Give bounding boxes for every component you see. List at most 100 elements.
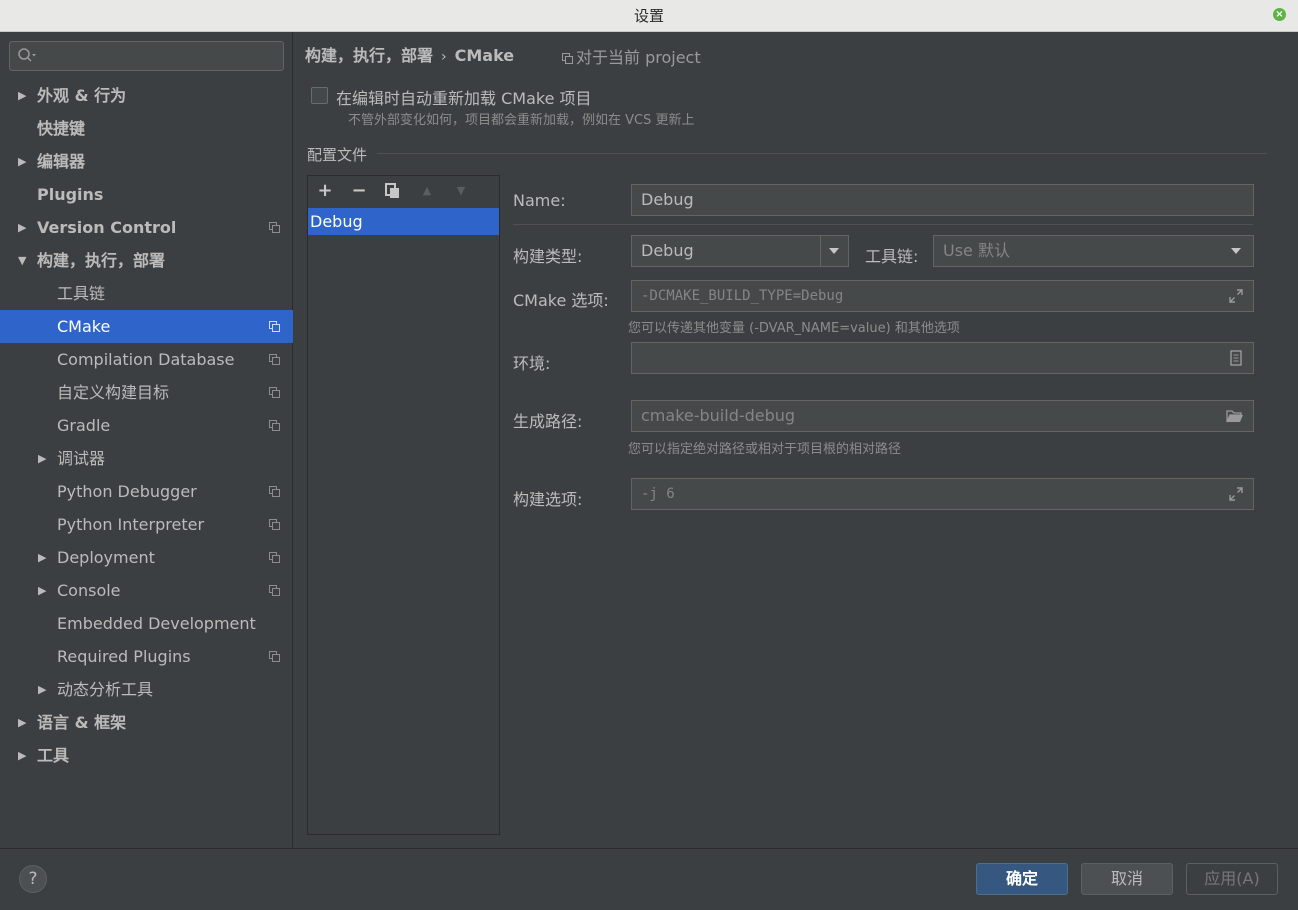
sidebar-item-label: 语言 & 框架 bbox=[37, 713, 127, 732]
project-level-icon bbox=[269, 519, 280, 530]
add-profile-button[interactable]: + bbox=[315, 181, 335, 201]
apply-button[interactable]: 应用(A) bbox=[1186, 863, 1278, 895]
toolchain-label: 工具链: bbox=[865, 247, 919, 266]
sidebar-item[interactable]: ▶ 工具 bbox=[0, 739, 293, 772]
title-bar: 设置 × bbox=[0, 0, 1298, 32]
generation-path-hint: 您可以指定绝对路径或相对于项目根的相对路径 bbox=[628, 442, 902, 457]
sidebar-item[interactable]: Required Plugins bbox=[0, 640, 293, 673]
cancel-button[interactable]: 取消 bbox=[1081, 863, 1173, 895]
remove-profile-button[interactable]: − bbox=[349, 181, 369, 201]
build-type-dropdown-button[interactable] bbox=[820, 236, 848, 266]
collapsed-arrow-icon[interactable]: ▶ bbox=[18, 145, 26, 178]
auto-reload-checkbox[interactable] bbox=[311, 87, 328, 104]
ok-button[interactable]: 确定 bbox=[976, 863, 1068, 895]
sidebar-item[interactable]: Gradle bbox=[0, 409, 293, 442]
build-type-select[interactable]: Debug bbox=[631, 235, 849, 267]
sidebar-item-label: 动态分析工具 bbox=[57, 680, 154, 699]
generation-path-input[interactable]: cmake-build-debug bbox=[631, 400, 1254, 432]
name-input[interactable]: Debug bbox=[631, 184, 1254, 216]
collapsed-arrow-icon[interactable]: ▶ bbox=[18, 706, 26, 739]
sidebar-item-label: 快捷键 bbox=[37, 119, 86, 138]
search-input[interactable] bbox=[9, 41, 284, 71]
sidebar-item[interactable]: ▶ Deployment bbox=[0, 541, 293, 574]
search-icon bbox=[18, 48, 36, 62]
sidebar-item[interactable]: 工具链 bbox=[0, 277, 293, 310]
help-button[interactable]: ? bbox=[19, 865, 47, 893]
settings-sidebar: ▶ 外观 & 行为 快捷键 ▶ 编辑器 Plugins ▶ Version Control ▼ 构… bbox=[0, 32, 293, 848]
sidebar-item[interactable]: Python Interpreter bbox=[0, 508, 293, 541]
sidebar-item-label: 调试器 bbox=[57, 449, 106, 468]
sidebar-item-label: CMake bbox=[57, 317, 111, 336]
name-label: Name: bbox=[513, 191, 566, 210]
sidebar-item[interactable]: ▶ 调试器 bbox=[0, 442, 293, 475]
breadcrumb-current: CMake bbox=[454, 46, 515, 65]
sidebar-item-label: Plugins bbox=[37, 185, 104, 204]
sidebar-item[interactable]: ▶ Version Control bbox=[0, 211, 293, 244]
sidebar-item[interactable]: ▶ Console bbox=[0, 574, 293, 607]
expanded-arrow-icon[interactable]: ▼ bbox=[18, 244, 26, 277]
cmake-options-input[interactable]: -DCMAKE_BUILD_TYPE=Debug bbox=[631, 280, 1254, 312]
sidebar-item[interactable]: ▶ 语言 & 框架 bbox=[0, 706, 293, 739]
breadcrumb-parent[interactable]: 构建，执行，部署 bbox=[305, 46, 433, 65]
sidebar-item[interactable]: 快捷键 bbox=[0, 112, 293, 145]
auto-reload-label[interactable]: 在编辑时自动重新加载 CMake 项目 bbox=[336, 85, 592, 109]
collapsed-arrow-icon[interactable]: ▶ bbox=[38, 574, 46, 607]
expand-icon[interactable] bbox=[1228, 288, 1244, 304]
collapsed-arrow-icon[interactable]: ▶ bbox=[38, 673, 46, 706]
chevron-down-icon bbox=[829, 248, 839, 254]
sidebar-item[interactable]: ▶ 编辑器 bbox=[0, 145, 293, 178]
profiles-list-panel: + − ▲ ▼ Debug bbox=[307, 175, 500, 835]
sidebar-item-label: 外观 & 行为 bbox=[37, 86, 127, 105]
document-icon[interactable] bbox=[1228, 350, 1244, 366]
auto-reload-hint: 不管外部变化如何，项目都会重新加载，例如在 VCS 更新上 bbox=[348, 113, 695, 128]
breadcrumb: 构建，执行，部署 › CMake bbox=[305, 42, 514, 66]
sidebar-item-label: 构建，执行，部署 bbox=[37, 251, 166, 270]
build-type-label: 构建类型: bbox=[513, 247, 583, 266]
project-level-icon bbox=[269, 585, 280, 596]
sidebar-item-label: 编辑器 bbox=[37, 152, 86, 171]
collapsed-arrow-icon[interactable]: ▶ bbox=[38, 541, 46, 574]
sidebar-item-label: 自定义构建目标 bbox=[57, 383, 170, 402]
name-divider bbox=[513, 224, 1253, 225]
collapsed-arrow-icon[interactable]: ▶ bbox=[18, 211, 26, 244]
collapsed-arrow-icon[interactable]: ▶ bbox=[18, 739, 26, 772]
sidebar-item-label: Deployment bbox=[57, 548, 155, 567]
environment-label: 环境: bbox=[513, 354, 551, 373]
close-window-button[interactable]: × bbox=[1273, 8, 1286, 21]
collapsed-arrow-icon[interactable]: ▶ bbox=[18, 79, 26, 112]
sidebar-item[interactable]: ▼ 构建，执行，部署 bbox=[0, 244, 293, 277]
project-level-icon bbox=[269, 321, 280, 332]
sidebar-item[interactable]: ▶ 动态分析工具 bbox=[0, 673, 293, 706]
sidebar-item[interactable]: CMake bbox=[0, 310, 293, 343]
sidebar-item[interactable]: 自定义构建目标 bbox=[0, 376, 293, 409]
generation-path-label: 生成路径: bbox=[513, 412, 583, 431]
profile-item-debug[interactable]: Debug bbox=[308, 208, 499, 235]
sidebar-item[interactable]: Python Debugger bbox=[0, 475, 293, 508]
move-down-button[interactable]: ▼ bbox=[451, 181, 471, 201]
project-scope-label: 对于当前 project bbox=[576, 48, 701, 67]
project-level-icon bbox=[269, 387, 280, 398]
sidebar-item[interactable]: Compilation Database bbox=[0, 343, 293, 376]
collapsed-arrow-icon[interactable]: ▶ bbox=[38, 442, 46, 475]
move-up-button[interactable]: ▲ bbox=[417, 181, 437, 201]
sidebar-item-label: Python Debugger bbox=[57, 482, 197, 501]
environment-input[interactable] bbox=[631, 342, 1254, 374]
sidebar-item-label: Console bbox=[57, 581, 121, 600]
sidebar-item[interactable]: ▶ 外观 & 行为 bbox=[0, 79, 293, 112]
cmake-options-value: -DCMAKE_BUILD_TYPE=Debug bbox=[641, 288, 844, 304]
copy-icon bbox=[385, 183, 399, 198]
folder-icon[interactable] bbox=[1226, 408, 1244, 424]
dialog-footer: ? 确定 取消 应用(A) bbox=[0, 848, 1298, 910]
build-options-input[interactable]: -j 6 bbox=[631, 478, 1254, 510]
expand-icon[interactable] bbox=[1228, 486, 1244, 502]
toolchain-select[interactable]: Use 默认 bbox=[933, 235, 1254, 267]
sidebar-item[interactable]: Plugins bbox=[0, 178, 293, 211]
sidebar-item-label: 工具 bbox=[37, 746, 70, 765]
project-level-icon bbox=[269, 354, 280, 365]
copy-profile-button[interactable] bbox=[383, 181, 403, 201]
cmake-options-label: CMake 选项: bbox=[513, 291, 609, 310]
sidebar-item[interactable]: Embedded Development bbox=[0, 607, 293, 640]
sidebar-item-label: Embedded Development bbox=[57, 614, 256, 633]
sidebar-item-label: Compilation Database bbox=[57, 350, 235, 369]
toolchain-value: Use 默认 bbox=[943, 241, 1010, 260]
